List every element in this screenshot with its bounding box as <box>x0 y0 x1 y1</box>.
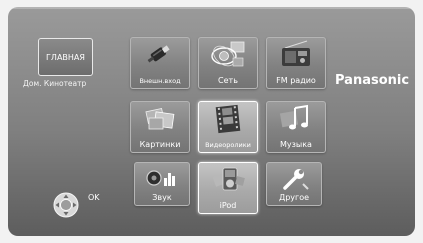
menu-tile-external-input[interactable]: Внешн.вход <box>130 37 190 89</box>
menu-tile-label: Сеть <box>218 76 238 85</box>
menu-tile-pictures[interactable]: Картинки <box>130 101 190 153</box>
ipod-icon <box>212 167 245 191</box>
menu-tile-music[interactable]: Музыка <box>266 101 326 153</box>
menu-tile-label: FM радио <box>276 76 316 85</box>
menu-tile-label: Видеоролики <box>205 141 251 149</box>
menu-tile-label: Другое <box>278 193 310 202</box>
home-button-label: ГЛАВНАЯ <box>46 52 85 62</box>
music-note-icon <box>279 104 308 130</box>
menu-tile-label: Музыка <box>280 140 312 149</box>
menu-tile-network[interactable]: Сеть <box>198 37 258 89</box>
cable-plug-icon <box>147 45 170 63</box>
menu-tile-label: iPod <box>219 201 237 210</box>
home-button[interactable]: ГЛАВНАЯ <box>38 38 93 76</box>
ok-hint-label: OK <box>88 193 100 202</box>
speaker-equalizer-icon <box>146 170 175 186</box>
menu-tile-label: Звук <box>152 193 172 202</box>
menu-tile-videos[interactable]: Видеоролики <box>198 101 258 153</box>
menu-tile-other[interactable]: Другое <box>266 162 322 206</box>
globe-network-icon <box>211 41 245 67</box>
photos-icon <box>145 107 175 130</box>
wrench-icon <box>283 169 309 190</box>
film-strip-icon <box>215 104 241 134</box>
main-menu-screen: ГЛАВНАЯ Дом. Кинотеатр Panasonic Внешн.в… <box>8 7 415 236</box>
brand-logo: Panasonic <box>335 73 410 88</box>
menu-tile-ipod[interactable]: iPod <box>198 162 258 214</box>
menu-tile-fm-radio[interactable]: FM радио <box>266 37 326 89</box>
menu-tile-sound[interactable]: Звук <box>134 162 190 206</box>
home-subtitle: Дом. Кинотеатр <box>23 79 87 88</box>
menu-tile-label: Внешн.вход <box>139 77 181 85</box>
menu-tile-label: Картинки <box>139 140 181 149</box>
radio-icon <box>282 40 310 66</box>
dpad-icon <box>53 192 79 218</box>
